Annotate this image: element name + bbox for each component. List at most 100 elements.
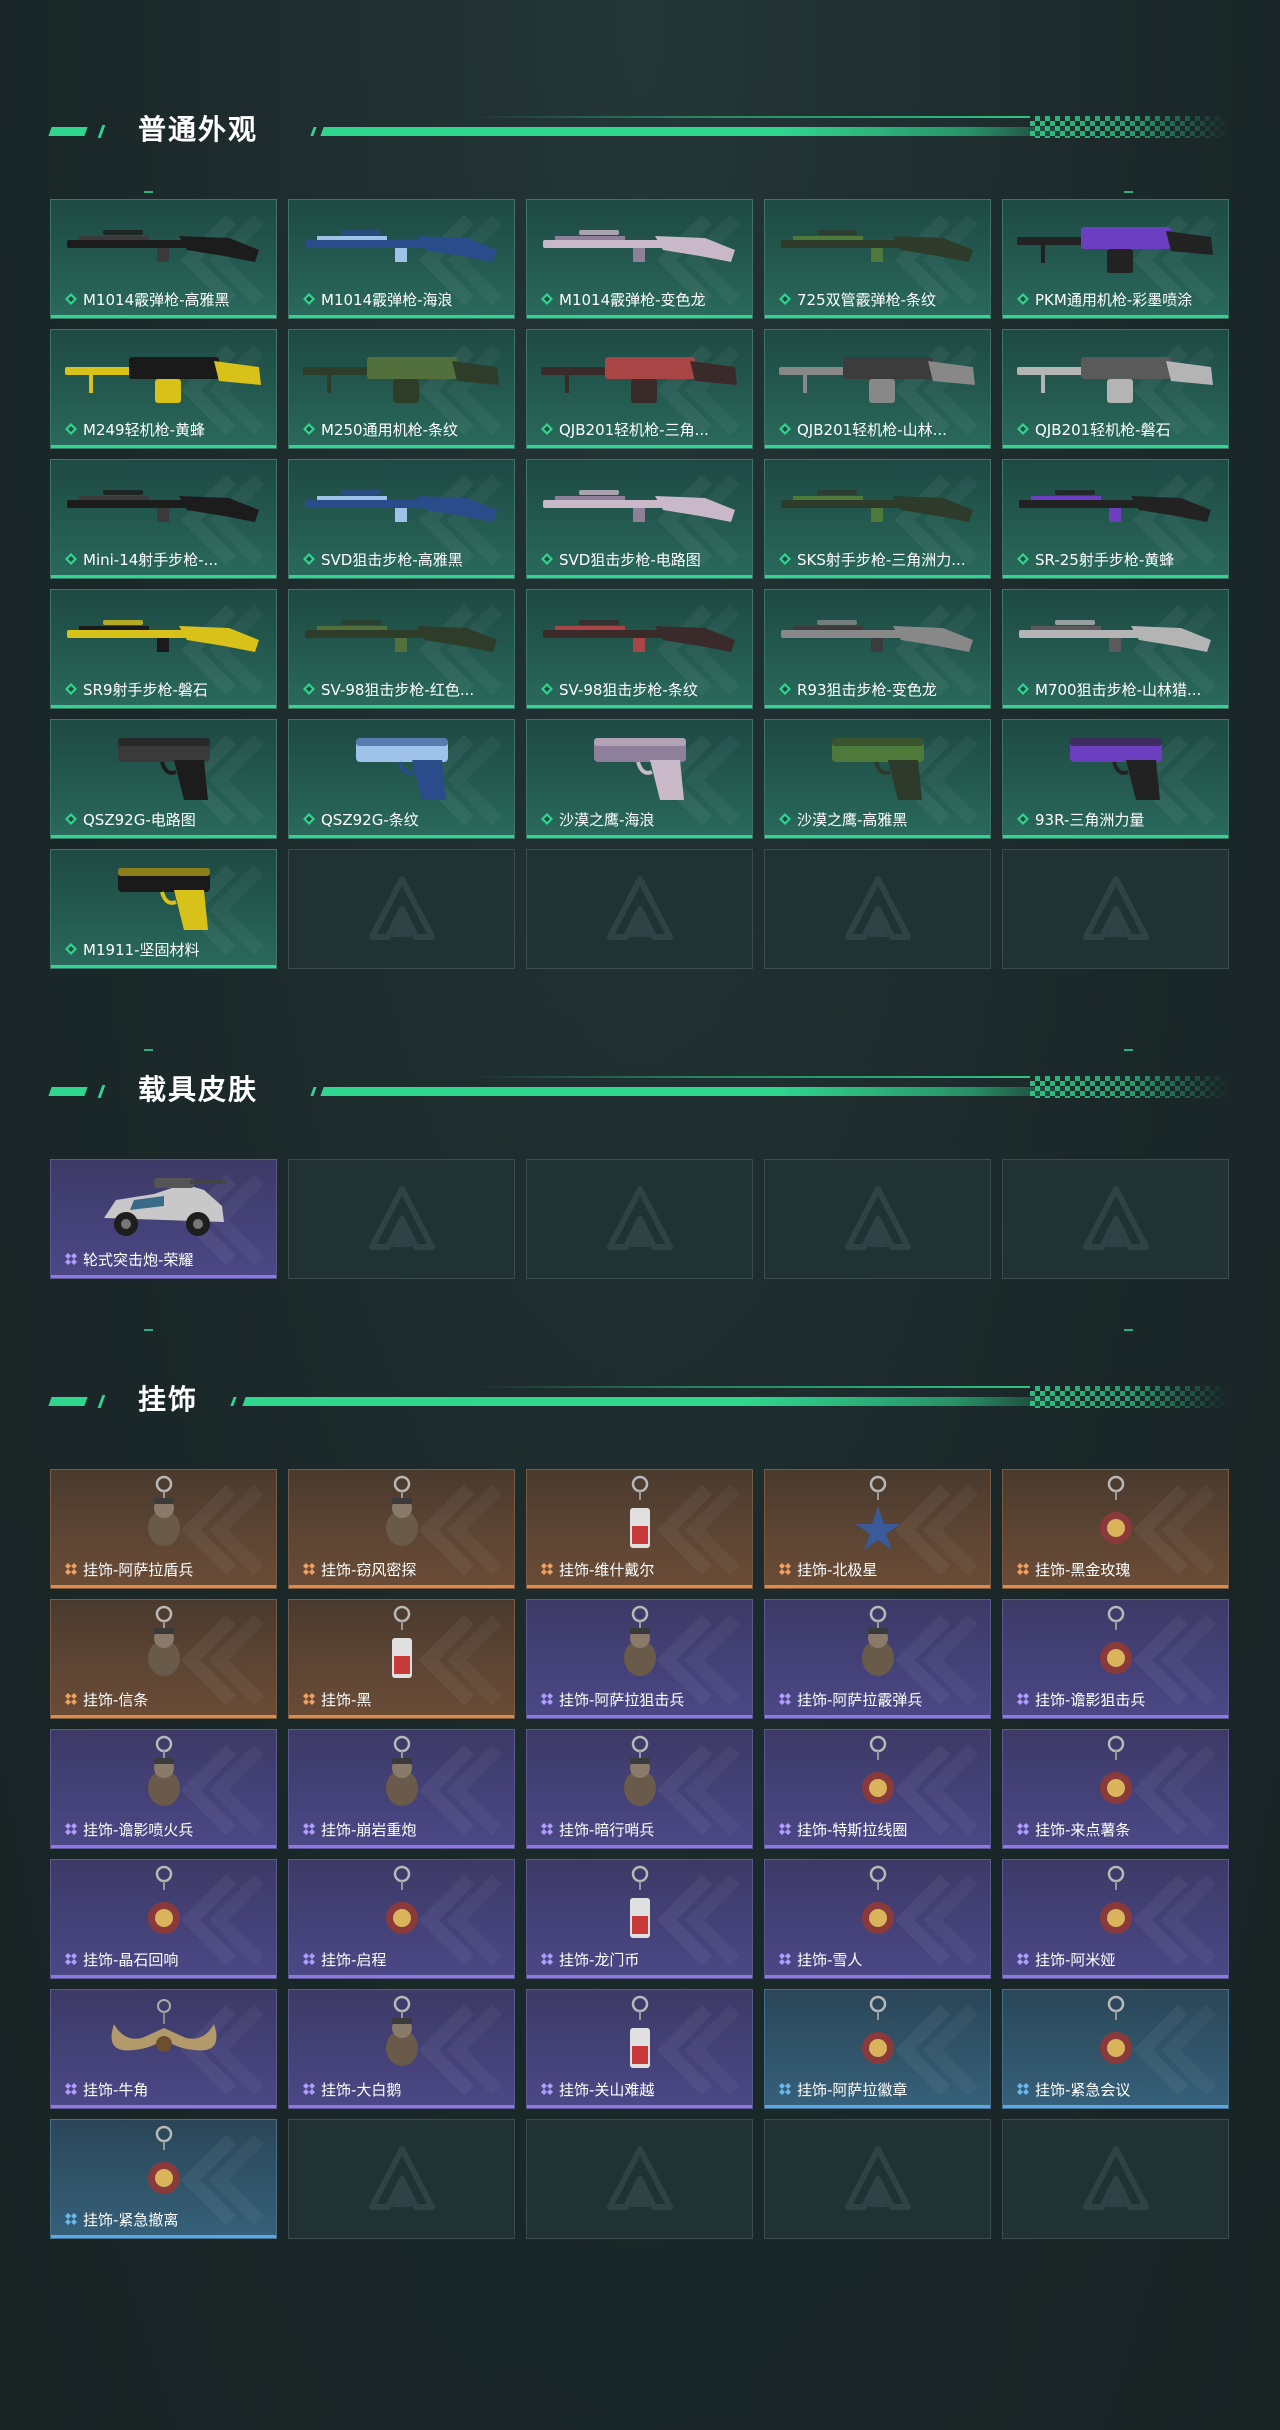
- item-label: 沙漠之鹰-高雅黑: [779, 810, 984, 830]
- item-card[interactable]: 挂饰-紧急会议: [1002, 1989, 1229, 2109]
- rarity-diamond-icon: [65, 420, 83, 440]
- section-title-charm: 挂饰: [138, 1383, 199, 1416]
- figure-charm-icon: [527, 1605, 752, 1686]
- item-card[interactable]: 725双管霰弹枪-条纹: [764, 199, 991, 319]
- item-card[interactable]: 挂饰-阿萨拉徽章: [764, 1989, 991, 2109]
- item-card[interactable]: QSZ92G-条纹: [288, 719, 515, 839]
- item-card[interactable]: QJB201轻机枪-三角...: [526, 329, 753, 449]
- rarity-diamond-icon: [1017, 2080, 1035, 2100]
- header-accent-mark: [48, 127, 88, 136]
- item-card[interactable]: M250通用机枪-条纹: [288, 329, 515, 449]
- item-card[interactable]: 挂饰-启程: [288, 1859, 515, 1979]
- star-charm-icon: [765, 1475, 990, 1556]
- item-card[interactable]: M1014霰弹枪-变色龙: [526, 199, 753, 319]
- item-card[interactable]: SVD狙击步枪-电路图: [526, 459, 753, 579]
- item-card[interactable]: M249轻机枪-黄蜂: [50, 329, 277, 449]
- item-label: QSZ92G-条纹: [303, 810, 508, 830]
- item-card[interactable]: 挂饰-谵影喷火兵: [50, 1729, 277, 1849]
- item-card[interactable]: 93R-三角洲力量: [1002, 719, 1229, 839]
- rarity-diamond-icon: [1017, 290, 1035, 310]
- rarity-diamond-icon: [779, 2080, 797, 2100]
- item-name: 挂饰-大白鹅: [321, 2081, 402, 2099]
- item-card[interactable]: Mini-14射手步枪-...: [50, 459, 277, 579]
- rifle-icon: [765, 466, 990, 546]
- ring-charm-icon: [289, 1865, 514, 1946]
- item-label: Mini-14射手步枪-...: [65, 550, 270, 570]
- item-card[interactable]: SR-25射手步枪-黄蜂: [1002, 459, 1229, 579]
- item-card[interactable]: 挂饰-晶石回响: [50, 1859, 277, 1979]
- item-card[interactable]: 挂饰-阿萨拉霰弹兵: [764, 1599, 991, 1719]
- item-label: SVD狙击步枪-高雅黑: [303, 550, 508, 570]
- rarity-diamond-icon: [65, 810, 83, 830]
- item-label: M249轻机枪-黄蜂: [65, 420, 270, 440]
- item-card[interactable]: 挂饰-维什戴尔: [526, 1469, 753, 1589]
- item-card[interactable]: 挂饰-雪人: [764, 1859, 991, 1979]
- tag-charm-icon: [527, 1995, 752, 2076]
- item-name: 挂饰-启程: [321, 1951, 387, 1969]
- item-card[interactable]: 挂饰-阿萨拉盾兵: [50, 1469, 277, 1589]
- item-card[interactable]: 挂饰-来点薯条: [1002, 1729, 1229, 1849]
- item-name: QJB201轻机枪-山林...: [797, 421, 947, 439]
- item-card[interactable]: 挂饰-阿萨拉狙击兵: [526, 1599, 753, 1719]
- rarity-diamond-icon: [303, 550, 321, 570]
- item-name: R93狙击步枪-变色龙: [797, 681, 937, 699]
- item-label: 挂饰-阿米娅: [1017, 1950, 1222, 1970]
- item-card[interactable]: 挂饰-信条: [50, 1599, 277, 1719]
- section-header-normal: 普通外观: [48, 110, 1230, 150]
- delta-logo-icon: [1080, 1183, 1152, 1255]
- ring-charm-icon: [1003, 1995, 1228, 2076]
- item-label: 挂饰-牛角: [65, 2080, 270, 2100]
- header-accent-bar: [242, 1397, 1084, 1406]
- item-card[interactable]: M1911-坚固材料: [50, 849, 277, 969]
- item-card[interactable]: 挂饰-特斯拉线圈: [764, 1729, 991, 1849]
- header-accent-bar: [320, 127, 1084, 136]
- item-label: 挂饰-阿萨拉盾兵: [65, 1560, 270, 1580]
- item-card[interactable]: 沙漠之鹰-高雅黑: [764, 719, 991, 839]
- item-card[interactable]: 挂饰-黑: [288, 1599, 515, 1719]
- item-card[interactable]: M1014霰弹枪-海浪: [288, 199, 515, 319]
- item-label: M1014霰弹枪-高雅黑: [65, 290, 270, 310]
- grid-normal-skins: M1014霰弹枪-高雅黑 M1014霰弹枪-海浪 M1014霰弹枪-变色龙 725双管…: [50, 199, 1229, 969]
- item-card[interactable]: 挂饰-龙门币: [526, 1859, 753, 1979]
- section-title-vehicle: 载具皮肤: [138, 1073, 259, 1106]
- item-name: 沙漠之鹰-海浪: [559, 811, 655, 829]
- empty-slot: [288, 2119, 515, 2239]
- item-card[interactable]: SV-98狙击步枪-条纹: [526, 589, 753, 709]
- item-card[interactable]: SKS射手步枪-三角洲力...: [764, 459, 991, 579]
- item-name: M1911-坚固材料: [83, 941, 200, 959]
- item-card[interactable]: 挂饰-牛角: [50, 1989, 277, 2109]
- item-card[interactable]: M1014霰弹枪-高雅黑: [50, 199, 277, 319]
- item-card[interactable]: 挂饰-大白鹅: [288, 1989, 515, 2109]
- item-card[interactable]: 轮式突击炮-荣耀: [50, 1159, 277, 1279]
- item-card[interactable]: SV-98狙击步枪-红色...: [288, 589, 515, 709]
- deco-tick: [1124, 1329, 1133, 1331]
- item-label: 挂饰-关山难越: [541, 2080, 746, 2100]
- item-card[interactable]: QJB201轻机枪-山林...: [764, 329, 991, 449]
- item-card[interactable]: 挂饰-谵影狙击兵: [1002, 1599, 1229, 1719]
- item-card[interactable]: 挂饰-黑金玫瑰: [1002, 1469, 1229, 1589]
- item-card[interactable]: SR9射手步枪-磐石: [50, 589, 277, 709]
- item-card[interactable]: QSZ92G-电路图: [50, 719, 277, 839]
- item-name: 挂饰-信条: [83, 1691, 149, 1709]
- rarity-diamond-icon: [65, 2080, 83, 2100]
- item-card[interactable]: SVD狙击步枪-高雅黑: [288, 459, 515, 579]
- item-card[interactable]: 挂饰-崩岩重炮: [288, 1729, 515, 1849]
- item-card[interactable]: 挂饰-关山难越: [526, 1989, 753, 2109]
- machine-gun-icon: [51, 336, 276, 416]
- item-card[interactable]: 挂饰-北极星: [764, 1469, 991, 1589]
- rarity-diamond-icon: [779, 680, 797, 700]
- item-card[interactable]: 挂饰-暗行哨兵: [526, 1729, 753, 1849]
- item-card[interactable]: PKM通用机枪-彩墨喷涂: [1002, 199, 1229, 319]
- item-card[interactable]: QJB201轻机枪-磐石: [1002, 329, 1229, 449]
- ring-charm-icon: [765, 1865, 990, 1946]
- item-card[interactable]: R93狙击步枪-变色龙: [764, 589, 991, 709]
- item-card[interactable]: 挂饰-阿米娅: [1002, 1859, 1229, 1979]
- empty-slot: [1002, 849, 1229, 969]
- item-card[interactable]: M700狙击步枪-山林猎...: [1002, 589, 1229, 709]
- delta-logo-icon: [1080, 873, 1152, 945]
- delta-logo-icon: [366, 1183, 438, 1255]
- figure-charm-icon: [51, 1475, 276, 1556]
- item-card[interactable]: 挂饰-窃风密探: [288, 1469, 515, 1589]
- item-card[interactable]: 沙漠之鹰-海浪: [526, 719, 753, 839]
- item-card[interactable]: 挂饰-紧急撤离: [50, 2119, 277, 2239]
